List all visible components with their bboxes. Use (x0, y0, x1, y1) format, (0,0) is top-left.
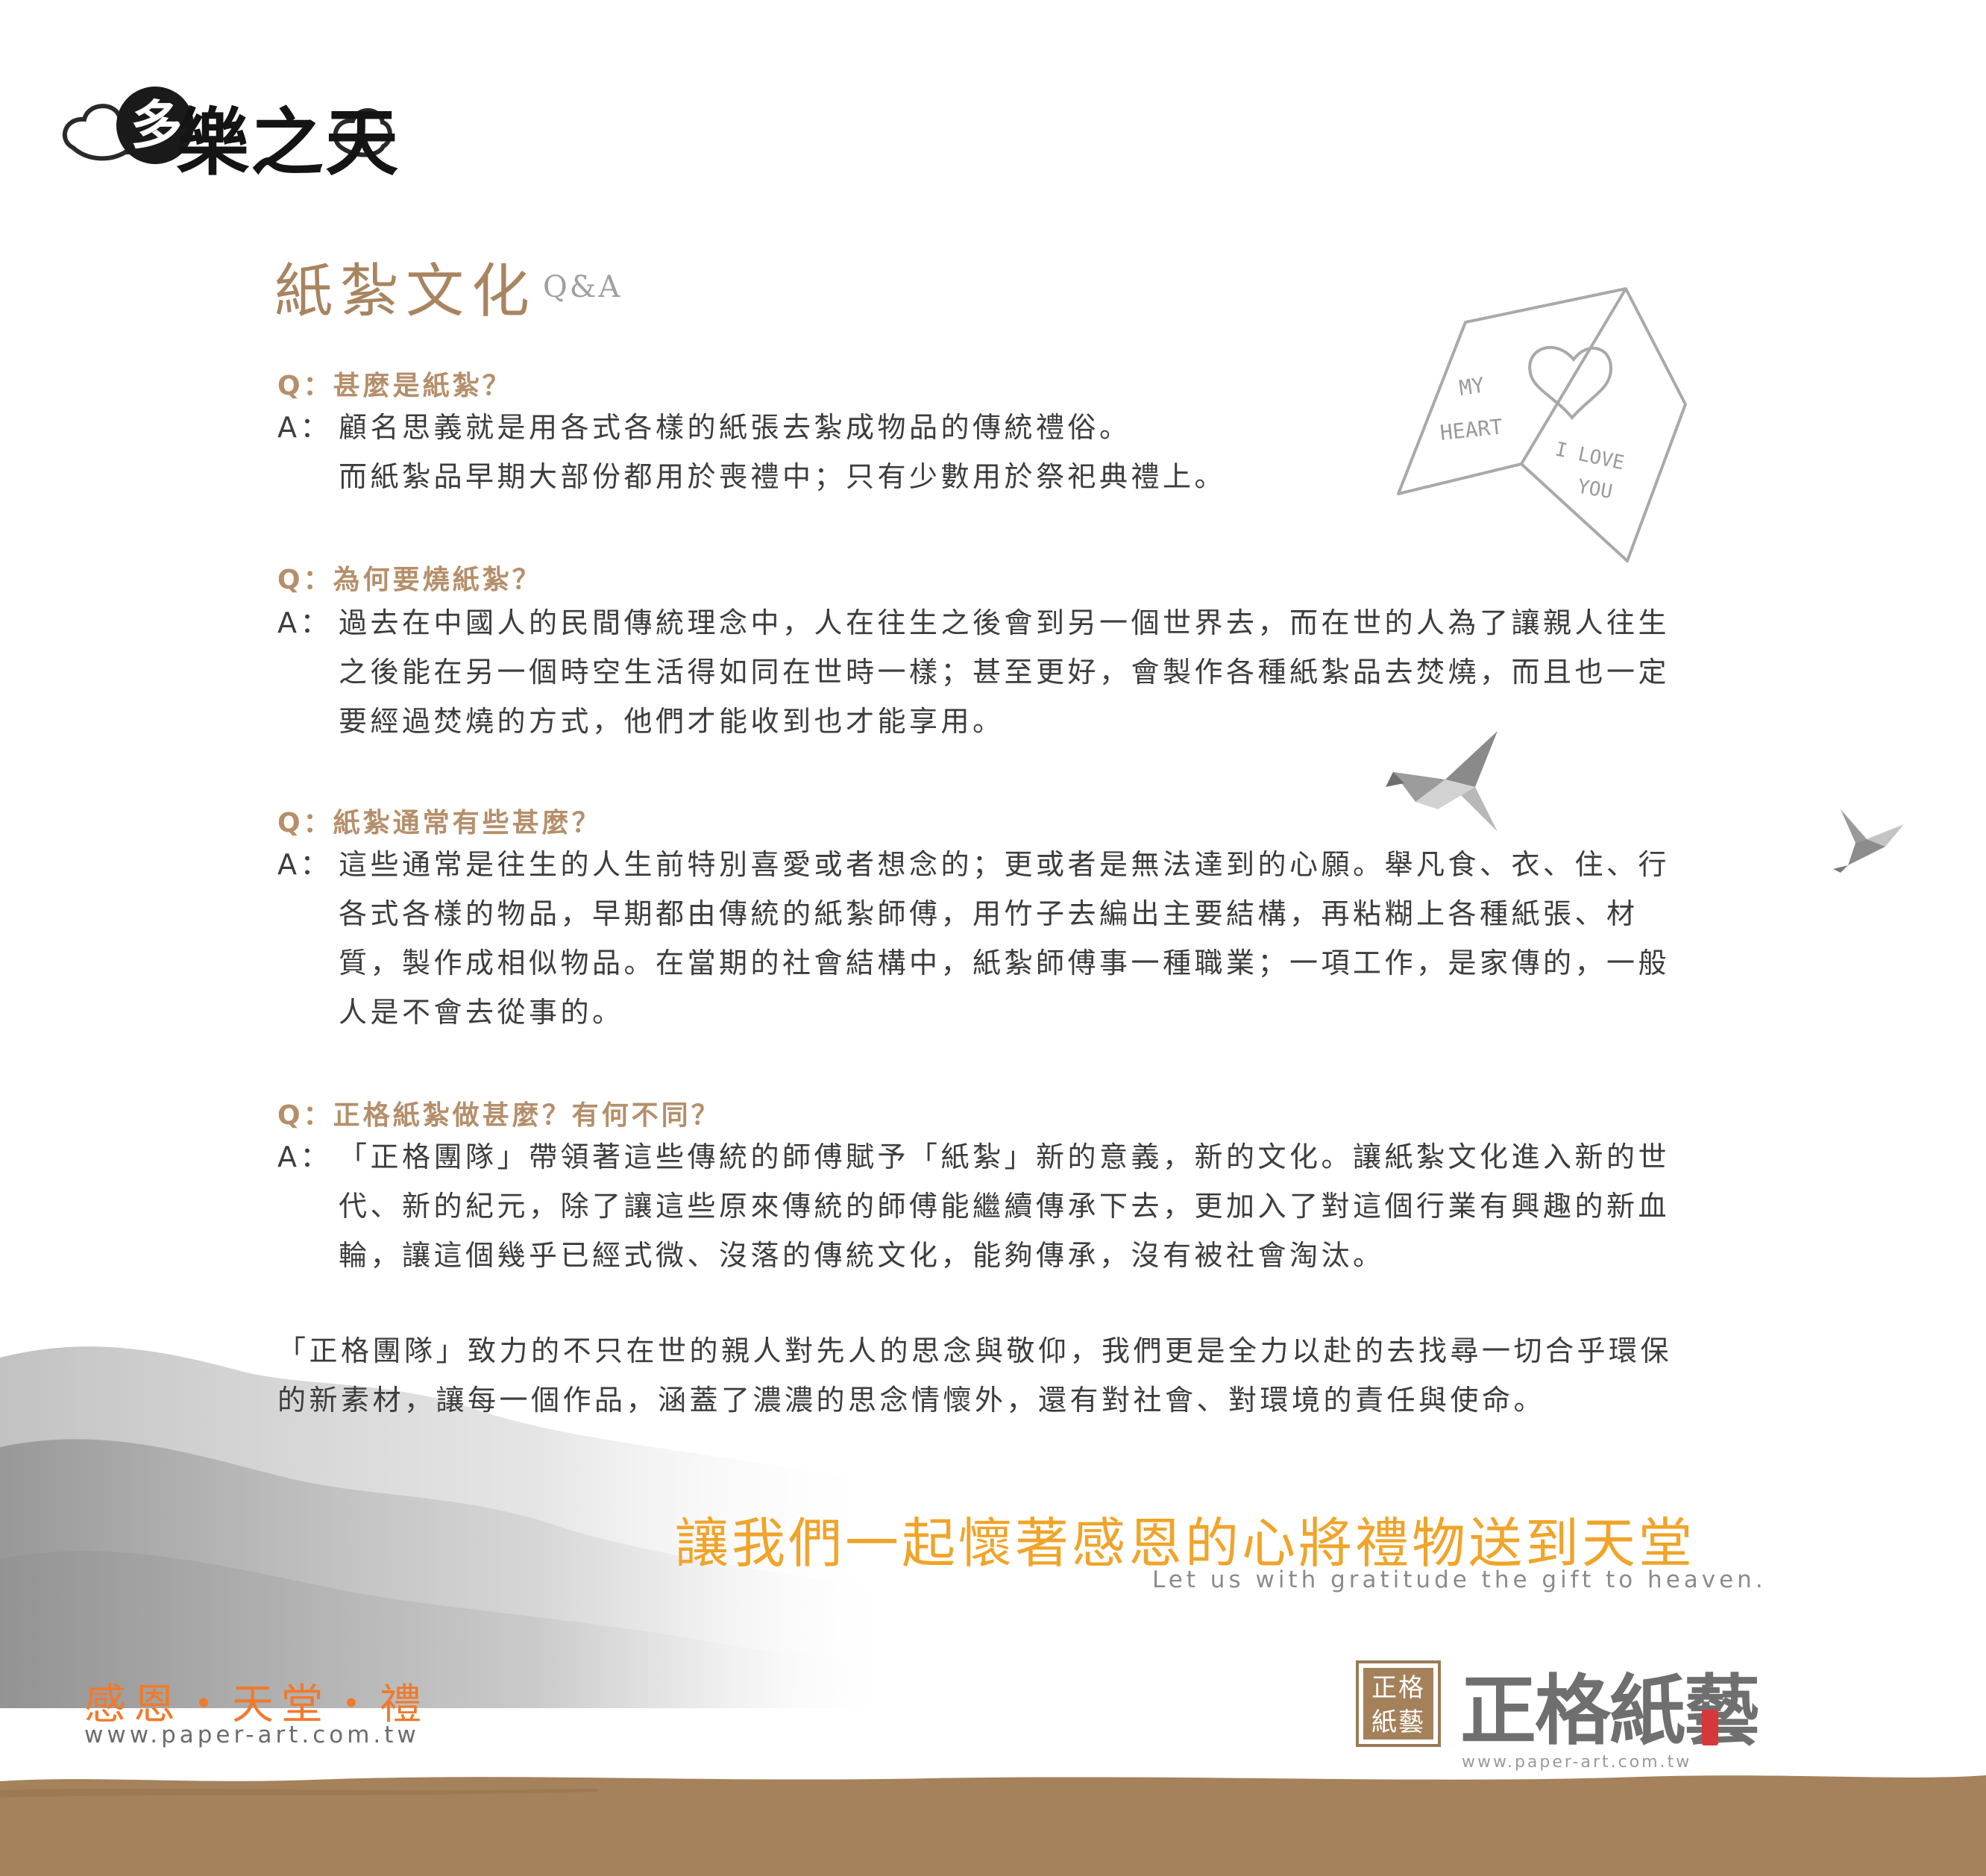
answer-3-mark: A： (277, 848, 332, 881)
brand-stamp-line-2: 紙藝 (1371, 1707, 1425, 1737)
answer-1-text: 顧名思義就是用各式各樣的紙張去紮成物品的傳統禮俗。 而紙紮品早期大部份都用於喪禮… (339, 411, 1227, 493)
page-title: 紙紮文化 (274, 258, 538, 325)
bottom-brush-band (0, 1775, 1986, 1876)
answer-3-text: 這些通常是往生的人生前特別喜愛或者想念的；更或者是無法達到的心願。舉凡食、衣、住… (339, 848, 1671, 1029)
page-title-suffix: Q&A (543, 270, 623, 304)
brand-stamp-line-1: 正格 (1371, 1673, 1425, 1703)
heart-card-text-my: MY (1457, 373, 1486, 401)
brand-website-link[interactable]: www.paper-art.com.tw (1462, 1753, 1691, 1772)
answer-1: A： 顧名思義就是用各式各樣的紙張去紮成物品的傳統禮俗。 而紙紮品早期大部份都用… (277, 403, 1694, 501)
answer-4-mark: A： (277, 1141, 332, 1173)
question-1: Q：甚麼是紙紮？ (277, 371, 512, 401)
answer-2-mark: A： (277, 606, 332, 639)
closing-paragraph: 「正格團隊」致力的不只在世的親人對先人的思念與敬仰，我們更是全力以赴的去找尋一切… (277, 1334, 1673, 1417)
slogan-english: Let us with gratitude the gift to heaven… (1152, 1566, 1767, 1593)
brand-stamp-box: 正格 紙藝 (1356, 1660, 1441, 1747)
answer-4-text: 「正格團隊」帶領著這些傳統的師傅賦予「紙紮」新的意義，新的文化。讓紙紮文化進入新… (339, 1141, 1671, 1272)
answer-1-mark: A： (277, 411, 332, 444)
answer-2: A： 過去在中國人的民間傳統理念中，人在往生之後會到另一個世界去，而在世的人為了… (277, 598, 1694, 746)
question-3: Q：紙紮通常有些甚麼？ (277, 808, 602, 838)
red-seal-icon (1702, 1710, 1718, 1745)
logo-text: 樂之天 (176, 100, 400, 186)
answer-3: A： 這些通常是往生的人生前特別喜愛或者想念的；更或者是無法達到的心願。舉凡食、… (277, 840, 1694, 1037)
question-2: Q：為何要燒紙紮？ (277, 565, 542, 595)
footer-website-link[interactable]: www.paper-art.com.tw (84, 1722, 420, 1748)
brand-stamp-inner: 正格 紙藝 (1363, 1668, 1433, 1739)
question-4: Q：正格紙紮做甚麼？有何不同？ (277, 1100, 721, 1131)
brand-logo: 多 樂之天 (58, 66, 398, 186)
answer-2-text: 過去在中國人的民間傳統理念中，人在往生之後會到另一個世界去，而在世的人為了讓親人… (339, 606, 1671, 738)
answer-4: A： 「正格團隊」帶領著這些傳統的師傅賦予「紙紮」新的意義，新的文化。讓紙紮文化… (277, 1132, 1694, 1280)
origami-crane-small-icon (1833, 809, 1904, 873)
